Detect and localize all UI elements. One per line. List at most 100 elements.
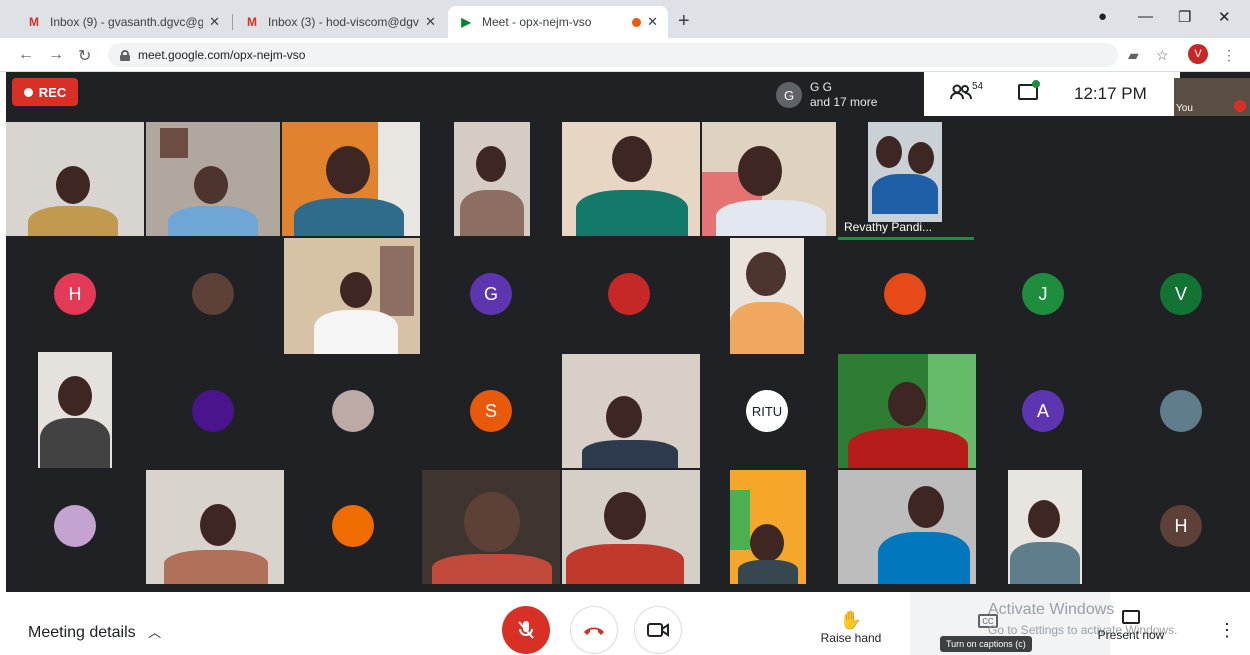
camera-permission-icon[interactable]: ▰ — [1128, 47, 1139, 64]
forward-arrow-icon[interactable]: → — [48, 46, 64, 64]
participant-video-tile[interactable]: Revathy Pandi... — [838, 122, 974, 240]
participant-photo-avatar[interactable] — [332, 390, 374, 432]
people-icon[interactable] — [950, 84, 972, 105]
participant-video-tile[interactable] — [562, 122, 700, 236]
camera-toggle-button[interactable] — [634, 606, 682, 654]
address-bar-row: ← → ↻ meet.google.com/opx-nejm-vso ▰ ☆ ⋮ — [0, 38, 1250, 72]
participant-avatar-j[interactable]: J — [1022, 273, 1064, 315]
present-now-label: Present now — [1097, 628, 1165, 642]
participant-video-tile[interactable] — [838, 354, 976, 468]
participant-photo-avatar[interactable] — [192, 390, 234, 432]
tab-meet[interactable]: ▶ Meet - opx-nejm-vso ✕ — [448, 6, 668, 38]
self-view-tile[interactable]: You — [1174, 78, 1250, 116]
participant-video-tile[interactable] — [146, 470, 284, 584]
participant-avatar-h[interactable]: H — [54, 273, 96, 315]
browser-tab-strip: M Inbox (9) - gvasanth.dgvc@gma ✕ M Inbo… — [0, 0, 1250, 38]
participant-video-tile[interactable] — [562, 354, 700, 468]
participant-video-tile[interactable] — [730, 238, 804, 354]
participant-video-tile[interactable] — [38, 352, 112, 468]
participant-photo-avatar[interactable] — [192, 273, 234, 315]
new-tab-button[interactable]: + — [678, 10, 690, 33]
leave-call-button[interactable] — [570, 606, 618, 654]
raise-hand-label: Raise hand — [820, 631, 882, 645]
tab-title: Inbox (3) - hod-viscom@dgvaish — [268, 15, 419, 29]
lock-icon — [120, 49, 130, 61]
media-control-icon[interactable]: ● — [1098, 8, 1107, 25]
meeting-details-button[interactable]: Meeting details ︿ — [28, 622, 161, 642]
participant-avatar-v[interactable]: V — [1160, 273, 1202, 315]
minimize-button[interactable]: — — [1138, 8, 1153, 25]
tab-title: Inbox (9) - gvasanth.dgvc@gma — [50, 15, 204, 29]
more-options-icon[interactable]: ⋮ — [1218, 620, 1236, 641]
reload-icon[interactable]: ↻ — [78, 46, 91, 66]
participant-avatar-a[interactable]: A — [1022, 390, 1064, 432]
participant-photo-avatar[interactable] — [332, 505, 374, 547]
rec-label: REC — [38, 84, 67, 100]
participant-video-tile[interactable] — [454, 122, 530, 236]
close-tab-icon[interactable]: ✕ — [425, 14, 436, 30]
hang-up-icon — [584, 627, 604, 635]
camera-icon — [647, 623, 669, 637]
microphone-toggle-button[interactable] — [502, 606, 550, 654]
meeting-details-label: Meeting details — [28, 624, 136, 641]
participant-video-tile[interactable] — [6, 122, 144, 236]
presenter-avatar: G — [776, 82, 802, 108]
present-screen-icon — [1122, 610, 1140, 624]
recording-badge: REC — [12, 78, 78, 106]
participant-video-tile[interactable] — [730, 470, 806, 584]
participant-photo-avatar[interactable] — [54, 505, 96, 547]
participant-avatar-g[interactable]: G — [470, 273, 512, 315]
participant-video-tile[interactable] — [422, 470, 560, 584]
tab-gmail-inbox-2[interactable]: M Inbox (3) - hod-viscom@dgvaish ✕ — [234, 6, 446, 38]
active-speakers: G G G and 17 more — [776, 80, 877, 110]
participant-count: 54 — [972, 81, 984, 92]
participant-photo-avatar[interactable] — [608, 273, 650, 315]
tab-title: Meet - opx-nejm-vso — [482, 15, 592, 29]
presenter-name: G G — [810, 80, 833, 94]
meeting-clock: 12:17 PM — [1074, 84, 1147, 103]
presenter-more: and 17 more — [810, 95, 878, 109]
participant-avatar-s[interactable]: S — [470, 390, 512, 432]
back-arrow-icon[interactable]: ← — [18, 46, 34, 64]
hand-icon: ✋ — [839, 610, 863, 630]
close-window-button[interactable]: ✕ — [1218, 8, 1231, 26]
participant-video-tile[interactable] — [838, 470, 976, 584]
present-now-button[interactable]: Present now — [1094, 610, 1168, 642]
browser-menu-icon[interactable]: ⋮ — [1222, 47, 1236, 64]
raise-hand-button[interactable]: ✋ Raise hand — [816, 610, 886, 645]
participant-video-tile[interactable] — [562, 470, 700, 584]
participant-video-tile[interactable] — [702, 122, 836, 236]
mic-off-icon — [518, 621, 534, 639]
chat-notification-dot — [1032, 80, 1040, 88]
meet-control-bar: Meeting details ︿ ✋ Raise hand CC Turn o… — [0, 592, 1250, 655]
recording-indicator-icon — [632, 17, 642, 27]
participant-video-tile[interactable] — [146, 122, 280, 236]
record-dot-icon — [23, 87, 33, 97]
participant-video-tile[interactable] — [282, 122, 420, 236]
self-label: You — [1176, 103, 1193, 114]
chevron-up-icon: ︿ — [148, 625, 162, 640]
participant-video-tile[interactable] — [284, 238, 420, 354]
restore-button[interactable]: ❐ — [1178, 8, 1191, 26]
bookmark-star-icon[interactable]: ☆ — [1156, 47, 1169, 64]
url-text: meet.google.com/opx-nejm-vso — [138, 48, 306, 62]
tab-separator — [232, 14, 233, 30]
participant-photo-avatar[interactable] — [884, 273, 926, 315]
participant-avatar-ritu[interactable]: RITU — [746, 390, 788, 432]
speaking-indicator — [838, 237, 974, 240]
meet-video-grid: REC G G G and 17 more 54 12:17 PM You Re… — [6, 72, 1250, 592]
mic-muted-icon — [1234, 100, 1246, 112]
gmail-icon: M — [29, 15, 39, 29]
close-tab-icon[interactable]: ✕ — [209, 14, 220, 30]
participant-avatar-h2[interactable]: H — [1160, 505, 1202, 547]
tab-gmail-inbox-1[interactable]: M Inbox (9) - gvasanth.dgvc@gma ✕ — [16, 6, 230, 38]
url-omnibox[interactable]: meet.google.com/opx-nejm-vso — [108, 43, 1118, 67]
profile-avatar[interactable]: V — [1188, 44, 1208, 64]
participant-video-tile[interactable] — [1008, 470, 1082, 584]
gmail-icon: M — [247, 15, 257, 29]
close-tab-icon[interactable]: ✕ — [647, 14, 658, 30]
participant-photo-avatar[interactable] — [1160, 390, 1202, 432]
participant-name-tag: Revathy Pandi... — [844, 220, 933, 234]
meet-top-right-panel: 54 12:17 PM — [924, 72, 1180, 116]
meet-icon: ▶ — [461, 15, 471, 29]
